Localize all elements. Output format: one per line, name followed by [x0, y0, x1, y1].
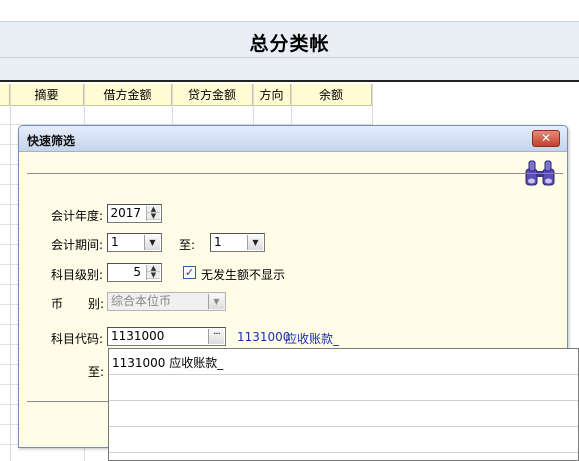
subject-level-spinner[interactable]: 5 ▲ ▼	[107, 263, 162, 282]
ledger-header-spacer	[0, 84, 10, 106]
lookup-button[interactable]: ···	[208, 329, 224, 344]
fiscal-year-spin-buttons[interactable]: ▲ ▼	[146, 206, 160, 221]
subject-code-label: 科目代码:	[51, 332, 104, 346]
list-item[interactable]	[109, 375, 578, 401]
spin-down-icon[interactable]: ▼	[147, 272, 160, 279]
period-to-select[interactable]: 1 ▼	[210, 233, 265, 252]
period-to-label: 至:	[179, 238, 196, 252]
period-from-select[interactable]: 1 ▼	[107, 233, 162, 252]
col-direction[interactable]: 方向	[253, 84, 291, 106]
chevron-down-icon: ▼	[208, 294, 224, 309]
fiscal-year-label: 会计年度:	[51, 209, 104, 223]
subject-code-value: 1131000	[111, 329, 165, 343]
col-summary[interactable]: 摘要	[10, 84, 84, 106]
subject-level-value: 5	[133, 265, 141, 279]
list-item[interactable]	[109, 401, 578, 427]
period-from-value: 1	[111, 235, 119, 249]
fiscal-year-value: 2017	[110, 206, 141, 220]
subject-level-spin-buttons[interactable]: ▲ ▼	[146, 265, 160, 280]
report-title-bar: 总分类帐	[0, 22, 579, 58]
ellipsis-icon: ···	[213, 329, 220, 340]
spin-down-icon[interactable]: ▼	[147, 213, 160, 220]
currency-value: 综合本位币	[111, 294, 172, 308]
list-item-label: 1131000 应收账款_	[112, 356, 224, 370]
report-info-band	[0, 58, 579, 82]
dialog-title-bar[interactable]: 快速筛选 ✕	[19, 126, 567, 152]
currency-label-second: 别:	[88, 297, 105, 311]
col-balance[interactable]: 余额	[291, 84, 372, 106]
chevron-down-icon[interactable]: ▼	[247, 235, 263, 250]
close-button[interactable]: ✕	[532, 130, 560, 147]
report-title: 总分类帐	[249, 33, 330, 55]
list-item[interactable]: 1131000 应收账款_	[109, 349, 578, 375]
subject-code-to-label: 至:	[88, 365, 105, 379]
subject-autocomplete-list: 1131000 应收账款_	[108, 348, 579, 461]
hide-no-activity-checkbox[interactable]: ✓	[183, 266, 196, 279]
resolved-subject-name: 应收账款_	[285, 332, 340, 346]
hide-no-activity-label[interactable]: 无发生额不显示	[201, 266, 285, 283]
col-credit[interactable]: 贷方金额	[172, 84, 253, 106]
checkmark-icon: ✓	[184, 266, 195, 279]
top-strip	[0, 0, 579, 22]
period-to-value: 1	[214, 235, 222, 249]
subject-level-label: 科目级别:	[51, 268, 104, 282]
currency-select: 综合本位币 ▼	[107, 292, 226, 311]
currency-label-first: 币	[51, 297, 64, 311]
close-icon: ✕	[540, 131, 552, 145]
subject-code-input[interactable]: 1131000 ···	[107, 327, 226, 346]
resolved-subject-code: 1131000	[237, 330, 291, 344]
dialog-separator	[27, 173, 563, 174]
dialog-title: 快速筛选	[27, 134, 76, 148]
period-label: 会计期间:	[51, 238, 104, 252]
list-item[interactable]	[109, 427, 578, 453]
ledger-header-row: 摘要 借方金额 贷方金额 方向 余额	[0, 84, 372, 106]
col-debit[interactable]: 借方金额	[84, 84, 172, 106]
chevron-down-icon[interactable]: ▼	[144, 235, 160, 250]
fiscal-year-spinner[interactable]: 2017 ▲ ▼	[107, 204, 162, 223]
